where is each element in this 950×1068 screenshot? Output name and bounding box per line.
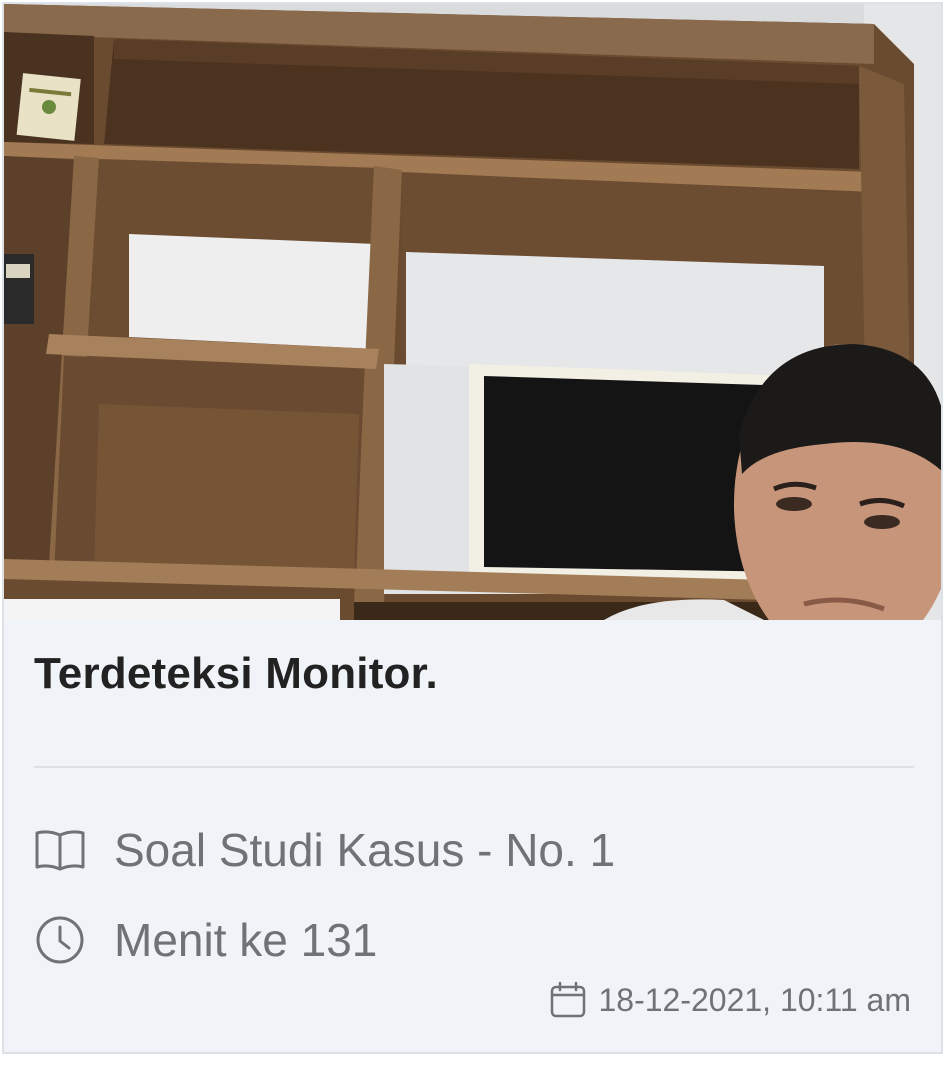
question-label: Soal Studi Kasus - No. 1 — [114, 824, 616, 876]
detection-card: Terdeteksi Monitor. Soal Studi Kasus - N… — [2, 2, 943, 1054]
detection-title: Terdeteksi Monitor. — [34, 649, 438, 698]
calendar-icon — [548, 980, 588, 1020]
webcam-snapshot[interactable] — [4, 4, 941, 620]
question-info: Soal Studi Kasus - No. 1 — [34, 820, 615, 880]
minute-info: Menit ke 131 — [34, 910, 377, 970]
divider — [34, 766, 914, 768]
clock-icon — [34, 914, 86, 966]
timestamp-label: 18-12-2021, 10:11 am — [598, 981, 911, 1018]
book-icon — [34, 824, 86, 876]
minute-label: Menit ke 131 — [114, 914, 378, 966]
timestamp: 18-12-2021, 10:11 am — [548, 976, 911, 1024]
